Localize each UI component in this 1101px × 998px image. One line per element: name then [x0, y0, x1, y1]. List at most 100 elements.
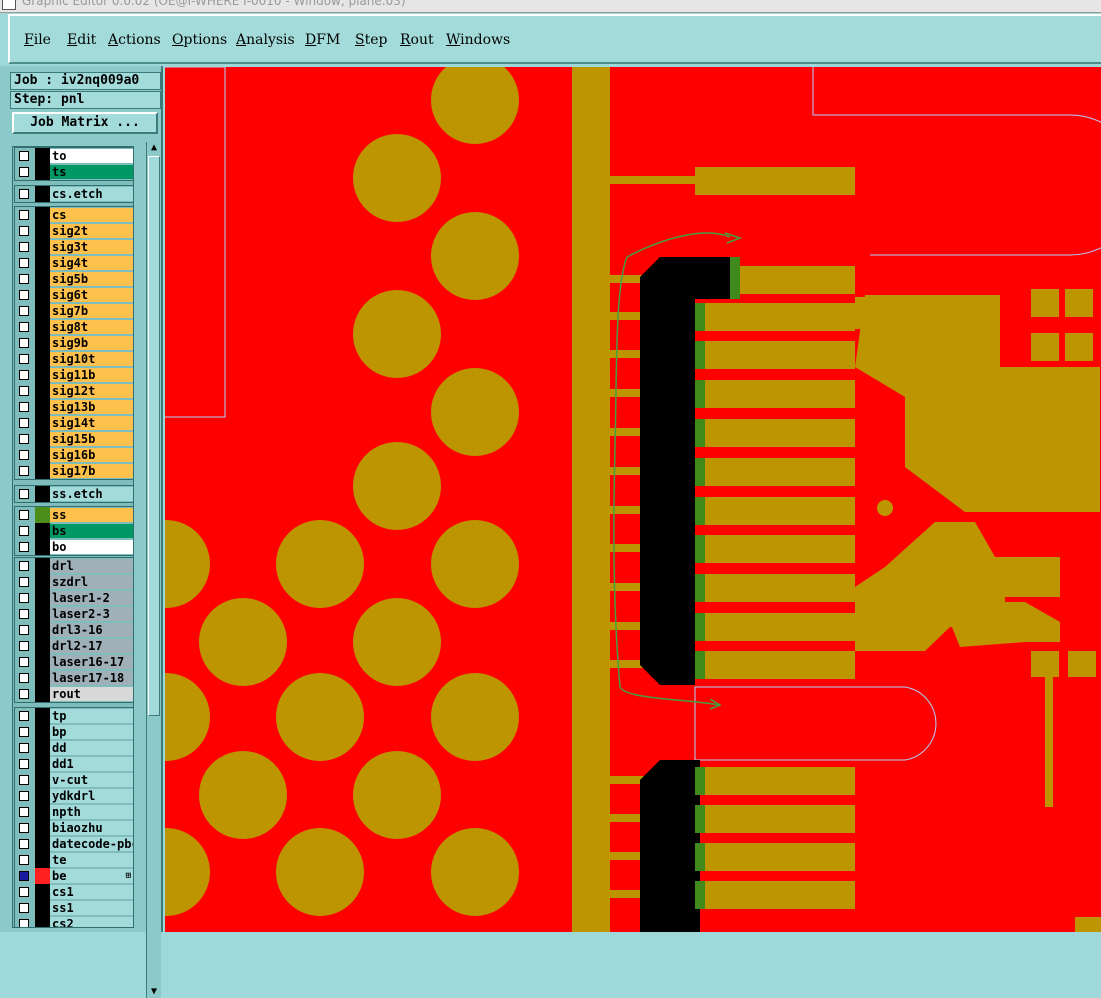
layer-row-laser17-18[interactable]: laser17-18 [15, 670, 133, 686]
layer-color-swatch[interactable] [35, 820, 50, 836]
layer-color-swatch[interactable] [35, 638, 50, 654]
layer-name[interactable]: ss [50, 508, 133, 522]
layer-checkbox[interactable] [19, 386, 29, 396]
layer-name[interactable]: laser17-18 [50, 671, 133, 685]
layer-row-laser16-17[interactable]: laser16-17 [15, 654, 133, 670]
layer-color-swatch[interactable] [35, 207, 50, 223]
layer-row-ss.etch[interactable]: ss.etch [15, 486, 133, 502]
layer-checkbox[interactable] [19, 711, 29, 721]
layer-color-swatch[interactable] [35, 868, 50, 884]
layer-checkbox[interactable] [19, 306, 29, 316]
layer-name[interactable]: sig6t [50, 288, 133, 302]
layer-row-sig5b[interactable]: sig5b [15, 271, 133, 287]
layer-row-sig4t[interactable]: sig4t [15, 255, 133, 271]
menu-options[interactable]: Options [172, 32, 227, 48]
layer-color-swatch[interactable] [35, 756, 50, 772]
layer-checkbox[interactable] [19, 167, 29, 177]
layer-color-swatch[interactable] [35, 164, 50, 180]
layer-row-szdrl[interactable]: szdrl [15, 574, 133, 590]
layer-checkbox[interactable] [19, 871, 29, 881]
scrollbar-thumb[interactable] [148, 156, 160, 716]
layer-color-swatch[interactable] [35, 574, 50, 590]
layer-checkbox[interactable] [19, 226, 29, 236]
layer-name[interactable]: dd [50, 741, 133, 755]
layer-color-swatch[interactable] [35, 486, 50, 502]
layer-checkbox[interactable] [19, 775, 29, 785]
layer-name[interactable]: sig17b [50, 464, 133, 478]
layer-name[interactable]: sig2t [50, 224, 133, 238]
layer-color-swatch[interactable] [35, 186, 50, 202]
menu-edit[interactable]: Edit [67, 32, 96, 48]
layer-name[interactable]: bo [50, 540, 133, 554]
layer-color-swatch[interactable] [35, 431, 50, 447]
menu-step[interactable]: Step [355, 32, 387, 48]
layer-checkbox[interactable] [19, 903, 29, 913]
layer-row-drl[interactable]: drl [15, 558, 133, 574]
layer-checkbox[interactable] [19, 189, 29, 199]
layer-row-sig8t[interactable]: sig8t [15, 319, 133, 335]
layer-name[interactable]: cs2 [50, 917, 133, 927]
layer-name[interactable]: ydkdrl [50, 789, 133, 803]
layer-name[interactable]: dd1 [50, 757, 133, 771]
layer-name[interactable]: be ⊞ [50, 869, 133, 883]
layer-name[interactable]: sig3t [50, 240, 133, 254]
layer-color-swatch[interactable] [35, 223, 50, 239]
layer-name[interactable]: v-cut [50, 773, 133, 787]
layer-name[interactable]: cs.etch [50, 187, 133, 201]
layer-name[interactable]: sig15b [50, 432, 133, 446]
layer-checkbox[interactable] [19, 689, 29, 699]
layer-row-ydkdrl[interactable]: ydkdrl [15, 788, 133, 804]
graphic-canvas[interactable] [165, 67, 1101, 932]
layer-color-swatch[interactable] [35, 303, 50, 319]
layer-color-swatch[interactable] [35, 415, 50, 431]
layer-color-swatch[interactable] [35, 686, 50, 702]
layer-checkbox[interactable] [19, 823, 29, 833]
layer-checkbox[interactable] [19, 418, 29, 428]
arrow-down-icon[interactable]: ▼ [148, 986, 160, 998]
layer-checkbox[interactable] [19, 855, 29, 865]
layer-row-bs[interactable]: bs [15, 523, 133, 539]
layer-name[interactable]: sig8t [50, 320, 133, 334]
layer-checkbox[interactable] [19, 290, 29, 300]
layer-row-sig11b[interactable]: sig11b [15, 367, 133, 383]
layer-color-swatch[interactable] [35, 900, 50, 916]
layer-checkbox[interactable] [19, 402, 29, 412]
layer-row-sig7b[interactable]: sig7b [15, 303, 133, 319]
layer-checkbox[interactable] [19, 242, 29, 252]
layer-row-npth[interactable]: npth [15, 804, 133, 820]
layer-name[interactable]: sig16b [50, 448, 133, 462]
layer-color-swatch[interactable] [35, 539, 50, 555]
layer-checkbox[interactable] [19, 258, 29, 268]
layer-checkbox[interactable] [19, 354, 29, 364]
layer-name[interactable]: laser1-2 [50, 591, 133, 605]
layer-color-swatch[interactable] [35, 740, 50, 756]
layer-row-sig3t[interactable]: sig3t [15, 239, 133, 255]
layer-color-swatch[interactable] [35, 463, 50, 479]
layer-name[interactable]: ts [50, 165, 133, 179]
layer-row-tp[interactable]: tp [15, 708, 133, 724]
layer-name[interactable]: sig9b [50, 336, 133, 350]
layer-checkbox[interactable] [19, 727, 29, 737]
layer-checkbox[interactable] [19, 759, 29, 769]
layer-checkbox[interactable] [19, 322, 29, 332]
layer-row-ss[interactable]: ss [15, 507, 133, 523]
layer-name[interactable]: cs1 [50, 885, 133, 899]
layer-name[interactable]: drl3-16 [50, 623, 133, 637]
layer-checkbox[interactable] [19, 561, 29, 571]
layer-row-biaozhu[interactable]: biaozhu [15, 820, 133, 836]
layer-name[interactable]: te [50, 853, 133, 867]
layer-color-swatch[interactable] [35, 367, 50, 383]
layer-name[interactable]: sig14t [50, 416, 133, 430]
layer-color-swatch[interactable] [35, 558, 50, 574]
menu-windows[interactable]: Windows [446, 32, 510, 48]
layer-checkbox[interactable] [19, 593, 29, 603]
layer-checkbox[interactable] [19, 434, 29, 444]
layer-name[interactable]: ss.etch [50, 487, 133, 501]
layer-checkbox[interactable] [19, 887, 29, 897]
job-matrix-button[interactable]: Job Matrix ... [12, 112, 158, 134]
layer-name[interactable]: sig10t [50, 352, 133, 366]
layer-name[interactable]: drl [50, 559, 133, 573]
layer-row-sig2t[interactable]: sig2t [15, 223, 133, 239]
layer-color-swatch[interactable] [35, 383, 50, 399]
layer-color-swatch[interactable] [35, 836, 50, 852]
